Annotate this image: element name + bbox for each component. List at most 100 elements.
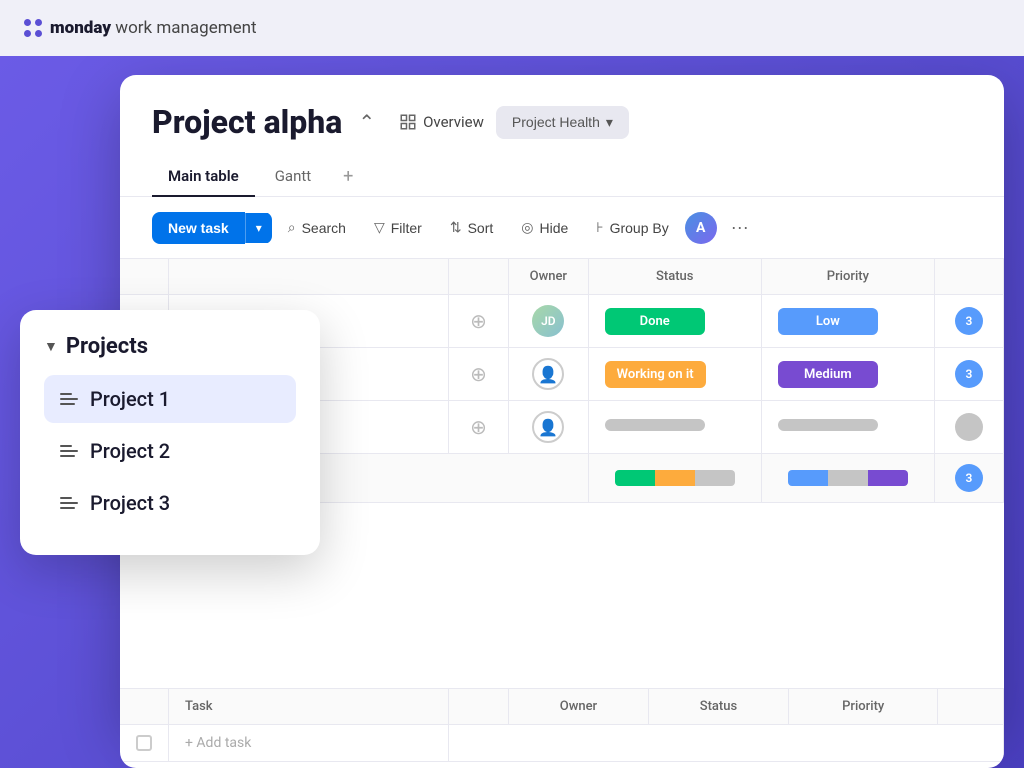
tab-main-table[interactable]: Main table bbox=[152, 157, 255, 197]
status-badge: Done bbox=[605, 308, 705, 335]
status-summary-bar bbox=[615, 470, 735, 486]
sidebar-title: Projects bbox=[66, 334, 148, 359]
status-header: Status bbox=[588, 259, 761, 295]
task-name-header bbox=[169, 259, 449, 295]
search-icon: ⌕ bbox=[288, 219, 296, 236]
table-header-row: Owner Status Priority bbox=[120, 259, 1004, 295]
collapse-arrow-icon[interactable]: ▼ bbox=[44, 338, 58, 355]
group-by-icon: ⊦ bbox=[596, 219, 603, 236]
priority-summary-cell bbox=[761, 454, 934, 503]
project-title-row: Project alpha ⌃ Overview Project Health … bbox=[152, 103, 972, 141]
logo-icon bbox=[24, 19, 42, 37]
priority-summary-bar bbox=[788, 470, 908, 486]
sidebar-item-project1[interactable]: Project 1 bbox=[44, 375, 296, 423]
number-cell: 3 bbox=[934, 295, 1003, 348]
number-cell bbox=[934, 401, 1003, 454]
add-owner-cell[interactable]: ⊕ bbox=[449, 401, 509, 454]
sidebar-item-label: Project 2 bbox=[90, 439, 170, 463]
priority-badge: Medium bbox=[778, 361, 878, 388]
filter-button[interactable]: ▽ Filter bbox=[362, 211, 434, 244]
list-icon bbox=[60, 497, 78, 509]
tab-add-button[interactable]: + bbox=[331, 158, 365, 195]
number-header bbox=[934, 259, 1003, 295]
status-cell[interactable] bbox=[588, 401, 761, 454]
project-title: Project alpha bbox=[152, 103, 342, 141]
card-header: Project alpha ⌃ Overview Project Health … bbox=[120, 75, 1004, 197]
more-options-button[interactable]: ··· bbox=[721, 209, 759, 246]
bottom-add-header bbox=[449, 689, 509, 725]
bottom-priority-header: Priority bbox=[788, 689, 937, 725]
filter-icon: ▽ bbox=[374, 219, 385, 236]
priority-cell[interactable]: Low bbox=[761, 295, 934, 348]
sidebar-item-project3[interactable]: Project 3 bbox=[44, 479, 296, 527]
add-owner-cell[interactable]: ⊕ bbox=[449, 348, 509, 401]
add-task-rest bbox=[449, 725, 1004, 762]
number-cell: 3 bbox=[934, 348, 1003, 401]
add-owner-icon[interactable]: ⊕ bbox=[470, 362, 487, 386]
owner-header: Owner bbox=[509, 259, 589, 295]
overview-link[interactable]: Overview bbox=[399, 113, 484, 131]
logo-dot bbox=[35, 30, 42, 37]
add-task-cell[interactable]: + Add task bbox=[169, 725, 449, 762]
bottom-number-header bbox=[938, 689, 1004, 725]
ai-icon-button[interactable]: A bbox=[685, 212, 717, 244]
status-cell[interactable]: Done bbox=[588, 295, 761, 348]
status-badge: Working on it bbox=[605, 361, 706, 388]
title-chevron-icon[interactable]: ⌃ bbox=[358, 110, 375, 134]
status-cell[interactable]: Working on it bbox=[588, 348, 761, 401]
project-health-label: Project Health bbox=[512, 114, 600, 130]
project-health-button[interactable]: Project Health ▾ bbox=[496, 106, 629, 139]
owner-cell: 👤 bbox=[509, 348, 589, 401]
bar-done bbox=[615, 470, 655, 486]
pbar-empty bbox=[828, 470, 868, 486]
add-task-checkbox-input[interactable] bbox=[136, 735, 152, 751]
logo-dot bbox=[24, 19, 31, 26]
bottom-status-header: Status bbox=[648, 689, 788, 725]
summary-number-badge: 3 bbox=[955, 464, 983, 492]
status-summary-cell bbox=[588, 454, 761, 503]
tab-gantt[interactable]: Gantt bbox=[259, 157, 327, 197]
toolbar: New task ▾ ⌕ Search ▽ Filter ⇅ Sort ◎ Hi… bbox=[120, 197, 1004, 259]
list-icon bbox=[60, 393, 78, 405]
bottom-owner-header: Owner bbox=[509, 689, 649, 725]
priority-cell[interactable] bbox=[761, 401, 934, 454]
priority-cell[interactable]: Medium bbox=[761, 348, 934, 401]
new-task-main-button[interactable]: New task bbox=[152, 212, 245, 244]
bottom-table: Task Owner Status Priority bbox=[120, 689, 1004, 762]
avatar: JD bbox=[532, 305, 564, 337]
sidebar-item-label: Project 1 bbox=[90, 387, 170, 411]
group-by-button[interactable]: ⊦ Group By bbox=[584, 211, 680, 244]
add-owner-cell[interactable]: ⊕ bbox=[449, 295, 509, 348]
avatar-placeholder: 👤 bbox=[532, 358, 564, 390]
list-icon bbox=[60, 445, 78, 457]
search-button[interactable]: ⌕ Search bbox=[276, 211, 358, 244]
empty-number-badge bbox=[955, 413, 983, 441]
overview-icon bbox=[399, 113, 417, 131]
sidebar-item-project2[interactable]: Project 2 bbox=[44, 427, 296, 475]
priority-badge bbox=[778, 419, 878, 431]
new-task-button[interactable]: New task ▾ bbox=[152, 212, 272, 244]
add-task-checkbox bbox=[120, 725, 169, 762]
hide-button[interactable]: ◎ Hide bbox=[509, 211, 580, 244]
number-badge: 3 bbox=[955, 360, 983, 388]
sort-icon: ⇅ bbox=[450, 219, 462, 236]
add-owner-icon[interactable]: ⊕ bbox=[470, 309, 487, 333]
sort-button[interactable]: ⇅ Sort bbox=[438, 211, 505, 244]
add-task-row[interactable]: + Add task bbox=[120, 725, 1004, 762]
avatar-placeholder: 👤 bbox=[532, 411, 564, 443]
pbar-medium bbox=[868, 470, 908, 486]
add-owner-icon[interactable]: ⊕ bbox=[470, 415, 487, 439]
hide-icon: ◎ bbox=[521, 219, 533, 236]
bottom-header-row: Task Owner Status Priority bbox=[120, 689, 1004, 725]
sidebar-item-label: Project 3 bbox=[90, 491, 170, 515]
bottom-table-strip: Task Owner Status Priority bbox=[120, 688, 1004, 768]
number-badge: 3 bbox=[955, 307, 983, 335]
sidebar-projects-header: ▼ Projects bbox=[44, 334, 296, 359]
chevron-down-icon: ▾ bbox=[606, 114, 613, 131]
new-task-dropdown-button[interactable]: ▾ bbox=[245, 213, 272, 243]
priority-badge: Low bbox=[778, 308, 878, 335]
logo-dot bbox=[24, 30, 31, 37]
owner-cell: JD bbox=[509, 295, 589, 348]
number-summary-cell: 3 bbox=[934, 454, 1003, 503]
tabs-row: Main table Gantt + bbox=[152, 157, 972, 196]
